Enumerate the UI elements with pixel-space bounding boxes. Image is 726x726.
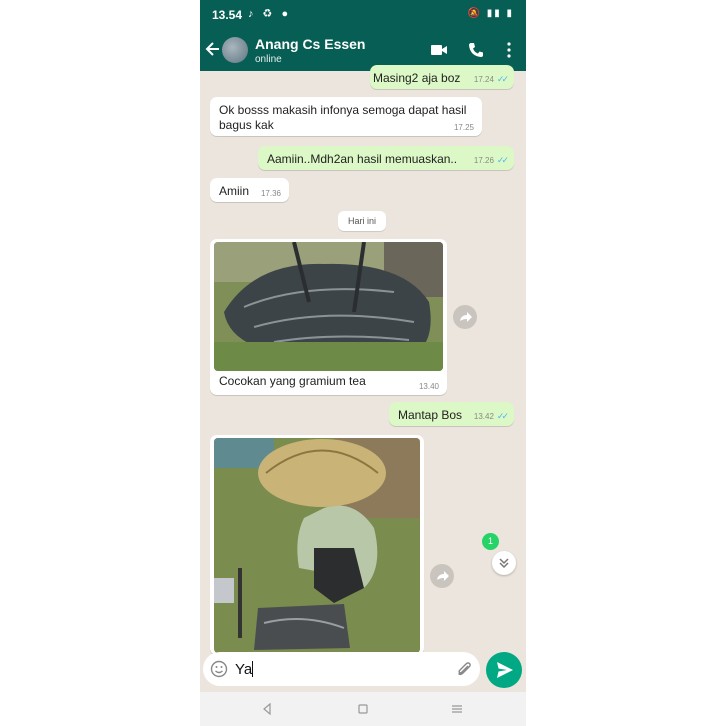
phone-screen: 13.54 ♪ ♻ ● 🔕 ▮▮ ▮ Anang Cs Essen online… — [200, 0, 526, 726]
forward-button[interactable] — [430, 564, 454, 588]
status-bar: 13.54 ♪ ♻ ● 🔕 ▮▮ ▮ — [200, 0, 526, 30]
forward-button[interactable] — [453, 305, 477, 329]
forward-icon — [460, 312, 472, 322]
message-text: Aamiin..Mdh2an hasil memuaskan.. — [267, 152, 458, 166]
message-incoming[interactable]: Ok bosss makasih infonya semoga dapat ha… — [210, 97, 482, 136]
contact-status: online — [255, 54, 282, 65]
message-incoming[interactable]: Amiin 17.36 — [210, 178, 289, 202]
nav-home-icon[interactable] — [356, 702, 370, 716]
message-text: Mantap Bos — [398, 408, 463, 422]
send-icon — [497, 662, 513, 678]
avatar[interactable] — [222, 37, 248, 63]
message-outgoing[interactable]: Mantap Bos 13.42 ✓✓ — [389, 402, 514, 426]
unread-count-badge: 1 — [482, 533, 499, 550]
notification-icons: ♪ ♻ ● — [248, 8, 292, 20]
read-ticks-icon: ✓✓ — [496, 411, 509, 421]
video-call-icon[interactable] — [430, 41, 448, 59]
emoji-icon[interactable] — [210, 660, 228, 678]
system-nav-bar — [200, 692, 526, 726]
image-caption: Cocokan yang gramium tea — [219, 374, 366, 388]
voice-call-icon[interactable] — [467, 41, 485, 59]
message-text: Masing2 aja boz — [373, 71, 461, 85]
message-text: Ok bosss makasih infonya semoga dapat ha… — [219, 103, 467, 132]
message-input[interactable]: Ya — [235, 661, 254, 678]
image-message-incoming[interactable]: Cocokan yang gramium tea 13.40 — [210, 239, 447, 395]
message-list[interactable]: Masing2 aja boz 17.24 ✓✓ Ok bosss makasih… — [200, 65, 526, 655]
message-time: 17.25 — [453, 123, 474, 132]
message-text: Amiin — [219, 184, 250, 198]
scroll-to-bottom-button[interactable] — [492, 551, 516, 575]
message-time: 17.26 ✓✓ — [473, 155, 509, 165]
date-separator: Hari ini — [338, 211, 386, 231]
status-time: 13.54 — [212, 8, 243, 22]
fish-net-photo[interactable] — [214, 242, 443, 371]
double-chevron-down-icon — [499, 558, 509, 569]
attach-icon[interactable] — [455, 660, 473, 678]
message-outgoing[interactable]: Masing2 aja boz 17.24 ✓✓ — [370, 65, 514, 89]
message-time: 17.36 — [260, 189, 281, 198]
send-button[interactable] — [486, 652, 522, 688]
nav-recents-icon[interactable] — [450, 702, 464, 716]
image-message-incoming[interactable] — [210, 435, 424, 655]
read-ticks-icon: ✓✓ — [496, 74, 509, 84]
read-ticks-icon: ✓✓ — [496, 155, 509, 165]
fisherman-photo[interactable] — [214, 438, 420, 653]
back-arrow-icon[interactable] — [205, 39, 221, 59]
system-icons: 🔕 ▮▮ ▮ — [467, 8, 514, 19]
message-outgoing[interactable]: Aamiin..Mdh2an hasil memuaskan.. 17.26 ✓✓ — [258, 146, 514, 170]
message-time: 17.24 ✓✓ — [473, 74, 509, 84]
nav-back-icon[interactable] — [260, 702, 274, 716]
message-time: 13.42 ✓✓ — [473, 411, 509, 421]
forward-icon — [437, 571, 449, 581]
contact-name[interactable]: Anang Cs Essen — [255, 36, 365, 52]
message-time: 13.40 — [418, 382, 439, 391]
menu-dots-icon[interactable] — [500, 41, 518, 59]
message-composer[interactable]: Ya — [203, 652, 480, 686]
